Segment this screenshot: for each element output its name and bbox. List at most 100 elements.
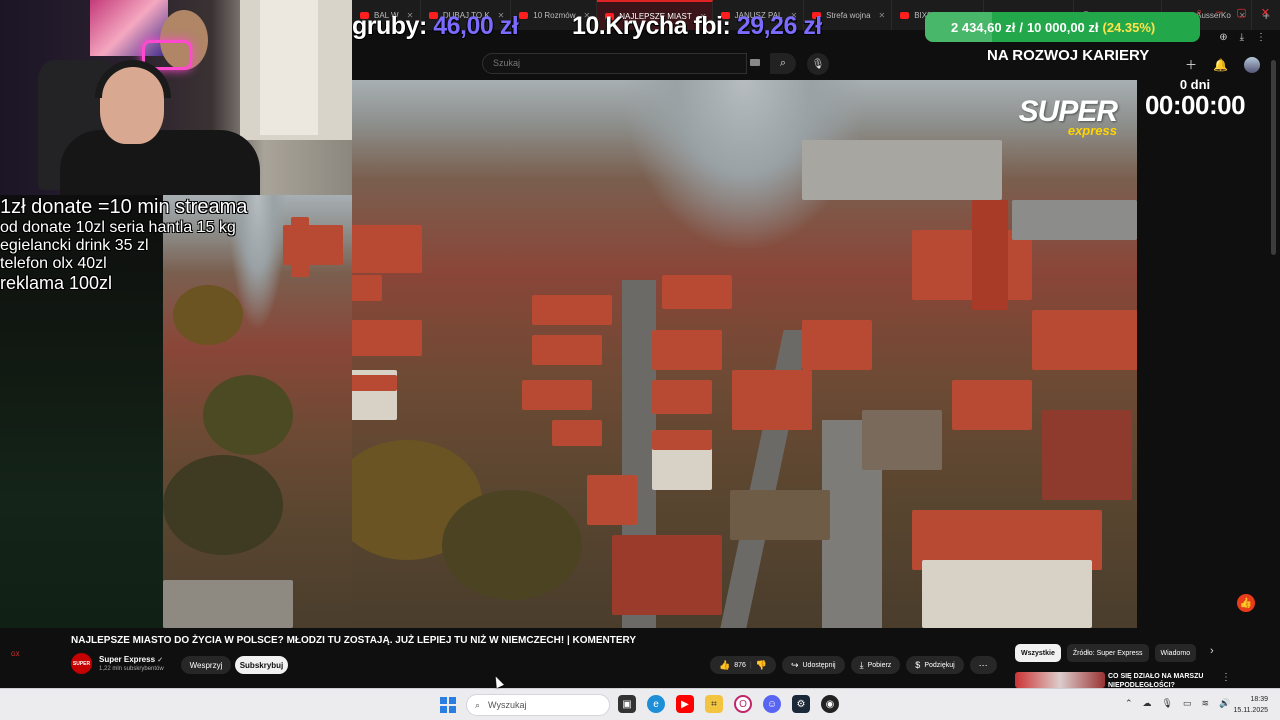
building-roof — [532, 335, 602, 365]
wifi-icon[interactable]: ≋ — [1202, 698, 1210, 709]
share-button[interactable]: ↪ Udostępnij — [781, 656, 845, 674]
close-icon[interactable]: ✕ — [407, 11, 414, 20]
close-icon[interactable]: ✕ — [584, 11, 591, 20]
youtube-icon — [720, 11, 730, 19]
goal-current: 2 434,60 zł — [951, 19, 1016, 35]
display-icon[interactable]: ▭ — [1183, 698, 1192, 709]
youtube-icon — [605, 12, 615, 20]
create-icon[interactable]: ＋ — [1185, 56, 1197, 73]
close-icon[interactable]: ✕ — [790, 11, 797, 20]
account-avatar[interactable] — [1244, 56, 1260, 73]
search-icon[interactable]: ⌕ — [1196, 6, 1202, 19]
goal-target: 10 000,00 zł — [1026, 19, 1099, 35]
browser-tab[interactable]: DUBAJ TO K ✕ — [421, 0, 512, 30]
steam-icon[interactable]: ⚙ — [792, 695, 810, 713]
browser-tab-label: JANUSZ PAL — [734, 10, 783, 20]
header-icons: ＋ 🔔 — [1185, 56, 1260, 73]
download-button[interactable]: ⤓ Pobierz — [850, 656, 901, 674]
opera-gx-icon[interactable]: O — [734, 695, 752, 713]
like-count: 876 — [734, 661, 746, 669]
building-roof — [732, 370, 812, 430]
microphone-icon: 🎙 — [811, 58, 825, 70]
close-icon[interactable]: ✕ — [700, 12, 707, 21]
browser-tab[interactable]: NAJLEPSZE MIAST ✕ — [597, 0, 713, 30]
like-button[interactable]: 👍 876 | 👎 — [710, 656, 776, 674]
building-roof — [612, 535, 722, 615]
browser-tab-label: NAJLEPSZE MIAST — [619, 11, 692, 21]
filter-chips: Wszystkie Źródło: Super Express Wiadomo — [1015, 644, 1197, 662]
menu-icon[interactable]: ⋮ — [1256, 32, 1266, 43]
discord-icon[interactable]: ☺ — [763, 695, 781, 713]
close-icon[interactable]: ✕ — [879, 11, 886, 20]
more-actions-button[interactable]: ⋯ — [969, 656, 997, 674]
building-roof — [552, 420, 602, 446]
youtube-search-input[interactable]: Szukaj — [482, 53, 747, 74]
browser-tab-label: BAL W — [374, 10, 399, 20]
super-express-logo: SUPER express — [1018, 95, 1118, 139]
voice-search-button[interactable]: 🎙 — [807, 53, 829, 75]
taskbar-search-placeholder: Wyszukaj — [488, 700, 527, 710]
browser-tab[interactable]: JANUSZ PAL ✕ — [713, 0, 805, 30]
recommendation-thumbnail[interactable] — [1015, 672, 1105, 688]
chevron-right-icon[interactable]: › — [1210, 645, 1214, 657]
browser-tab-label: 10 Rozmów — [533, 10, 576, 20]
grey-roof — [163, 580, 293, 628]
brand-main: SUPER — [1018, 95, 1118, 128]
tree-cluster — [203, 375, 293, 455]
taskbar-search[interactable]: ⌕ Wyszukaj — [466, 694, 610, 716]
donate-line: reklama 100zl — [0, 273, 113, 293]
browser-tab[interactable]: 10 Rozmów ✕ — [511, 0, 598, 30]
video-player[interactable]: SUPER express — [352, 80, 1137, 628]
subscriber-count: 1,22 mln subskrybentów — [99, 666, 164, 672]
subscribe-button[interactable]: Subskrybuj — [235, 656, 288, 674]
chip-source[interactable]: Źródło: Super Express — [1066, 644, 1149, 662]
close-icon[interactable]: ✕ — [1261, 6, 1270, 19]
browser-tab[interactable]: BAL W ✕ — [352, 0, 421, 30]
app-icon[interactable]: ◉ — [821, 695, 839, 713]
building-roof — [1042, 410, 1132, 500]
download-icon[interactable]: ⤓ — [1240, 32, 1244, 43]
app-icon[interactable]: ⌗ — [705, 695, 723, 713]
webcam-feed — [0, 0, 352, 195]
browser-tab-label: DUBAJ TO K — [442, 10, 490, 20]
chevron-up-icon[interactable]: ⌃ — [1125, 698, 1133, 709]
taskbar-clock[interactable]: 18:39 15.11.2025 — [1233, 694, 1268, 716]
cloud-icon[interactable]: ☁ — [1143, 698, 1152, 709]
edge-icon[interactable]: e — [647, 695, 665, 713]
building-roof — [352, 320, 422, 356]
verified-icon: ✓ — [157, 657, 164, 664]
building-roof — [662, 275, 732, 309]
more-icon: ⋯ — [978, 659, 988, 670]
career-banner-text: NA ROZWOJ KARIERY — [987, 47, 1150, 64]
youtube-icon — [900, 11, 910, 19]
building-roof — [532, 295, 612, 325]
support-button[interactable]: Wesprzyj — [181, 656, 231, 674]
thumbs-down-icon[interactable]: 👎 — [756, 660, 767, 671]
download-icon: ⤓ — [859, 659, 864, 670]
minimize-icon[interactable]: – — [1216, 6, 1222, 19]
keyboard-icon[interactable] — [750, 59, 760, 66]
building-roof — [352, 275, 382, 301]
maximize-icon[interactable]: ▢ — [1236, 6, 1246, 19]
channel-name[interactable]: Super Express ✓ — [99, 655, 163, 664]
bell-icon[interactable]: 🔔 — [1213, 58, 1228, 72]
more-icon[interactable]: ⋮ — [1221, 672, 1231, 683]
browser-tab[interactable]: Strefa wojna ✕ — [804, 0, 893, 30]
search-button[interactable]: ⌕ — [770, 53, 796, 74]
windows-start-icon[interactable] — [440, 697, 456, 713]
microphone-icon[interactable]: 🎙 — [1162, 698, 1173, 709]
channel-name-text[interactable]: Super Express — [99, 655, 155, 664]
close-icon[interactable]: ✕ — [498, 11, 505, 20]
page-scrollbar[interactable] — [1271, 60, 1276, 255]
youtube-icon[interactable]: ▶ — [676, 695, 694, 713]
youtube-icon — [519, 11, 529, 19]
extension-icon[interactable]: ⊕ — [1219, 32, 1227, 43]
youtube-icon — [360, 11, 369, 19]
chip-all[interactable]: Wszystkie — [1015, 644, 1061, 662]
windows-taskbar: ⌕ Wyszukaj ▣ e ▶ ⌗ O ☺ ⚙ ◉ ⌃ ☁ 🎙 ▭ ≋ 🔊 1… — [0, 688, 1280, 720]
thanks-button[interactable]: $ Podziękuj — [906, 656, 964, 674]
channel-avatar[interactable]: SUPER — [71, 653, 92, 674]
task-view-icon[interactable]: ▣ — [618, 695, 636, 713]
volume-icon[interactable]: 🔊 — [1219, 698, 1230, 709]
chip-news[interactable]: Wiadomo — [1154, 644, 1197, 662]
